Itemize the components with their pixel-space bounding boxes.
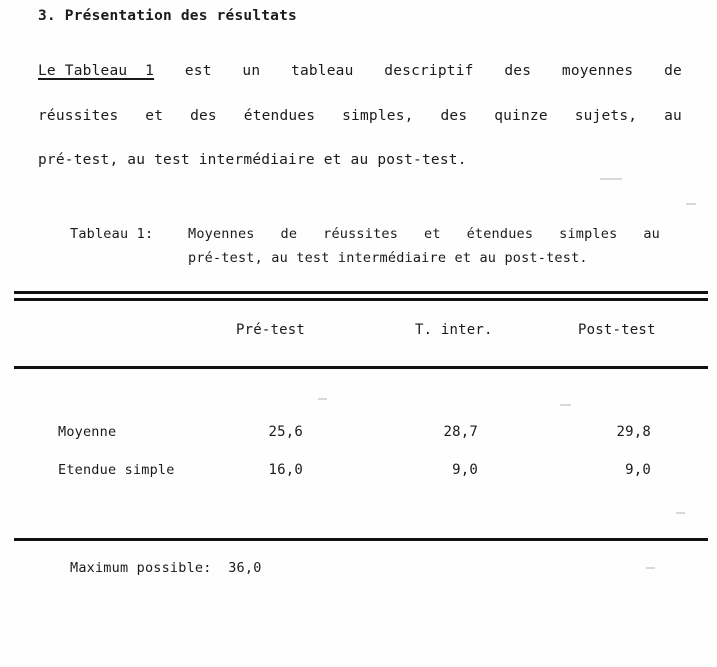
table-cell: 29,8 bbox=[616, 424, 651, 440]
column-header-intermediate-test: T. inter. bbox=[415, 322, 493, 338]
table-top-rule-lower bbox=[14, 298, 708, 301]
caption-word: réussites bbox=[323, 226, 399, 242]
paragraph-word: simples, bbox=[342, 108, 414, 124]
paragraph-word: au bbox=[664, 108, 682, 124]
section-heading: 3. Présentation des résultats bbox=[38, 8, 297, 24]
paragraph-word: des bbox=[190, 108, 217, 124]
paragraph-word: tableau bbox=[291, 63, 354, 79]
paragraph-word: moyennes bbox=[561, 63, 634, 79]
table-cell: 9,0 bbox=[625, 462, 651, 478]
paragraph-word: un bbox=[242, 63, 261, 79]
table-caption-line-2: pré-test, au test intermédiaire et au po… bbox=[188, 250, 588, 266]
scan-speckle bbox=[686, 203, 696, 205]
caption-word: Moyennes bbox=[188, 226, 255, 242]
paragraph-word: des bbox=[440, 108, 468, 124]
paragraph-line-1: Le Tableau 1 est un tableau descriptif d… bbox=[38, 63, 682, 79]
scan-speckle bbox=[646, 567, 655, 569]
caption-word: et bbox=[424, 226, 441, 242]
scan-speckle bbox=[600, 178, 622, 180]
paragraph-line-2: réussites et des étendues simples, des q… bbox=[38, 108, 682, 124]
table-row-label-etendue-simple: Etendue simple bbox=[58, 462, 175, 478]
table-cell: 25,6 bbox=[268, 424, 303, 440]
paragraph-word: et bbox=[145, 108, 164, 124]
paragraph-word: de bbox=[664, 63, 682, 79]
paragraph-line-3: pré-test, au test intermédiaire et au po… bbox=[38, 152, 467, 168]
column-header-pre-test: Pré-test bbox=[236, 322, 306, 338]
table-caption-line-1: Moyennes de réussites et étendues simple… bbox=[188, 226, 660, 242]
paragraph-word: descriptif bbox=[384, 63, 474, 79]
scan-speckle bbox=[318, 398, 327, 400]
paragraph-word: est bbox=[184, 63, 212, 79]
table-row-label-moyenne: Moyenne bbox=[58, 424, 117, 440]
scan-speckle bbox=[560, 404, 571, 406]
table-cell: 28,7 bbox=[443, 424, 478, 440]
caption-word: étendues bbox=[466, 226, 534, 242]
paragraph-word: réussites bbox=[38, 108, 119, 124]
table-top-rule-upper bbox=[14, 291, 708, 294]
caption-word: simples bbox=[559, 226, 618, 242]
column-header-post-test: Post-test bbox=[578, 322, 656, 338]
paragraph-word: étendues bbox=[243, 108, 316, 124]
tableau-reference: Le Tableau 1 bbox=[38, 63, 155, 79]
table-bottom-rule bbox=[14, 538, 708, 541]
paragraph-word: quinze bbox=[494, 108, 548, 124]
caption-word: de bbox=[280, 226, 298, 242]
table-footnote-maximum-possible: Maximum possible: 36,0 bbox=[70, 560, 262, 576]
table-cell: 9,0 bbox=[452, 462, 478, 478]
caption-word: au bbox=[643, 226, 660, 242]
table-cell: 16,0 bbox=[268, 462, 303, 478]
table-header-rule bbox=[14, 366, 708, 369]
table-caption-label: Tableau 1: bbox=[70, 226, 154, 242]
paragraph-word: sujets, bbox=[574, 108, 638, 124]
document-page: 3. Présentation des résultats Le Tableau… bbox=[0, 0, 717, 667]
scan-speckle bbox=[676, 512, 685, 514]
paragraph-word: des bbox=[504, 63, 532, 79]
